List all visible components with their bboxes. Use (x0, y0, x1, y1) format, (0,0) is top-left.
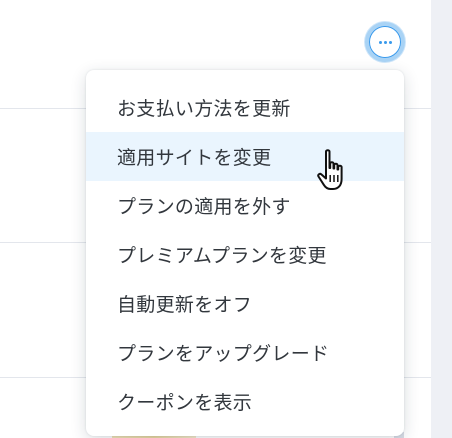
menu-item-turn-off-auto-renew[interactable]: 自動更新をオフ (86, 279, 404, 328)
more-actions-button[interactable] (365, 22, 405, 62)
menu-item-change-site[interactable]: 適用サイトを変更 (86, 132, 404, 181)
menu-item-change-premium-plan[interactable]: プレミアムプランを変更 (86, 230, 404, 279)
menu-item-upgrade-plan[interactable]: プランをアップグレード (86, 328, 404, 377)
app-screen: お支払い方法を更新 適用サイトを変更 プランの適用を外す プレミアムプランを変更… (0, 0, 452, 438)
scrollbar-track[interactable] (431, 0, 452, 438)
menu-item-view-coupon[interactable]: クーポンを表示 (86, 377, 404, 426)
more-horizontal-icon (369, 26, 401, 58)
menu-item-unassign-plan[interactable]: プランの適用を外す (86, 181, 404, 230)
actions-dropdown-menu: お支払い方法を更新 適用サイトを変更 プランの適用を外す プレミアムプランを変更… (86, 70, 404, 436)
menu-item-update-payment[interactable]: お支払い方法を更新 (86, 83, 404, 132)
